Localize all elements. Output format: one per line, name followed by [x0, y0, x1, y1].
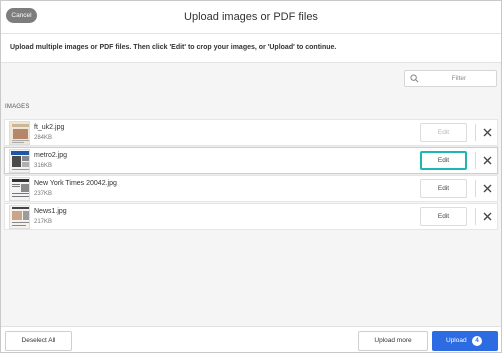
- newspaper-thumbnail-icon: [9, 149, 30, 173]
- file-size: 237KB: [34, 191, 53, 197]
- upload-count-badge: 4: [472, 336, 482, 346]
- deselect-all-button[interactable]: Deselect All: [5, 331, 72, 351]
- edit-button[interactable]: Edit: [420, 151, 467, 170]
- newspaper-thumbnail-icon: [9, 121, 30, 145]
- file-row: ft_uk2.jpg 284KB Edit: [4, 119, 498, 146]
- upload-button[interactable]: Upload 4: [432, 331, 498, 351]
- divider: [475, 124, 476, 141]
- images-section-label: IMAGES: [5, 104, 30, 110]
- filter-field[interactable]: [404, 70, 497, 87]
- dialog-title: Upload images or PDF files: [184, 11, 318, 23]
- file-size: 284KB: [34, 135, 53, 141]
- close-icon[interactable]: [482, 127, 493, 138]
- close-icon[interactable]: [482, 211, 493, 222]
- edit-button[interactable]: Edit: [420, 179, 467, 198]
- dialog-footer: Deselect All Upload more Upload 4: [1, 326, 501, 352]
- upload-more-button[interactable]: Upload more: [358, 331, 428, 351]
- cancel-button[interactable]: Cancel: [6, 8, 37, 23]
- edit-button[interactable]: Edit: [420, 207, 467, 226]
- divider: [475, 208, 476, 225]
- divider: [475, 180, 476, 197]
- file-row: metro2.jpg 316KB Edit: [4, 147, 498, 174]
- filter-input[interactable]: [423, 72, 495, 85]
- search-icon: [410, 74, 419, 83]
- newspaper-thumbnail-icon: [9, 205, 30, 229]
- file-name: New York Times 20042.jpg: [34, 180, 117, 187]
- file-size: 217KB: [34, 219, 53, 225]
- file-name: metro2.jpg: [34, 152, 68, 159]
- file-row: New York Times 20042.jpg 237KB Edit: [4, 175, 498, 202]
- edit-button[interactable]: Edit: [420, 123, 467, 142]
- instructions-text: Upload multiple images or PDF files. The…: [1, 33, 501, 63]
- close-icon[interactable]: [482, 155, 493, 166]
- file-name: News1.jpg: [34, 208, 67, 215]
- upload-button-label: Upload: [446, 337, 467, 344]
- divider: [475, 152, 476, 169]
- file-name: ft_uk2.jpg: [34, 124, 65, 131]
- newspaper-thumbnail-icon: [9, 177, 30, 201]
- close-icon[interactable]: [482, 183, 493, 194]
- file-list-area: IMAGES ft_uk2.jpg 284KB Edit: [1, 63, 501, 326]
- upload-dialog: Upload images or PDF files Cancel Upload…: [0, 0, 502, 353]
- file-row: News1.jpg 217KB Edit: [4, 203, 498, 230]
- file-size: 316KB: [34, 163, 53, 169]
- dialog-header: Upload images or PDF files Cancel: [1, 1, 501, 33]
